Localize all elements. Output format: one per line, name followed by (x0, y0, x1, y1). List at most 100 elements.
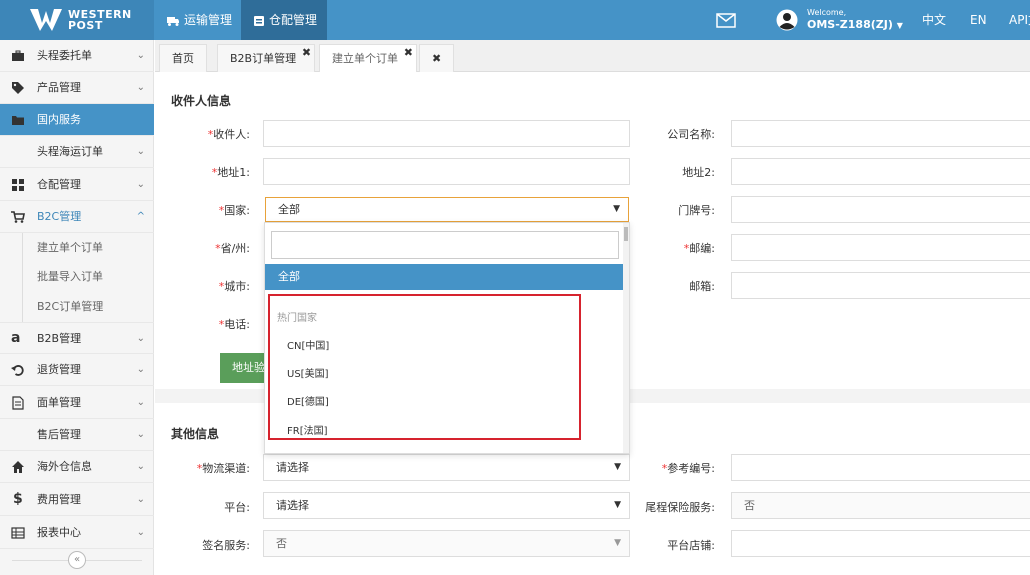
city-label: *城市: (218, 280, 250, 293)
email-input[interactable] (731, 272, 1030, 299)
sidebar-item-returns[interactable]: 退货管理 ⌄ (0, 354, 154, 386)
sidebar-sub-batch-import[interactable]: 批量导入订单 (22, 262, 154, 292)
address2-label: 地址2: (682, 166, 715, 179)
user-menu[interactable]: Welcome, OMS-Z188(ZJ) ▼ (807, 8, 903, 32)
document-icon (12, 396, 24, 410)
email-label: 邮箱: (689, 280, 715, 293)
sidebar-collapse-button[interactable]: « (68, 551, 86, 569)
sidebar-item-domestic[interactable]: 国内服务 (0, 104, 154, 136)
company-label: 公司名称: (667, 128, 715, 141)
tab-b2b-orders[interactable]: B2B订单管理 ✖ (217, 44, 316, 72)
chevron-down-icon: ⌄ (136, 527, 145, 538)
caret-down-icon: ▼ (614, 538, 621, 548)
address-verify-button[interactable]: 地址验证 (220, 353, 268, 383)
tab-home[interactable]: 首页 (159, 44, 207, 72)
lang-en[interactable]: EN (970, 0, 987, 40)
chevron-down-icon: ⌄ (136, 146, 145, 157)
sidebar-item-label: 费用管理 (37, 493, 81, 506)
shop-input[interactable] (731, 530, 1030, 557)
close-icon[interactable]: ✖ (404, 39, 413, 67)
sidebar: 头程委托单 ⌄ 产品管理 ⌄ 国内服务 头程海运订单 ⌄ 仓配管理 ⌄ B2C管理 ^ 建… (0, 40, 154, 575)
caret-down-icon: ▼ (614, 500, 621, 510)
sidebar-sub-b2c-orders[interactable]: B2C订单管理 (22, 292, 154, 322)
tab-create-order[interactable]: 建立单个订单 ✖ (319, 44, 417, 72)
platform-select[interactable]: 请选择 ▼ (263, 492, 630, 519)
channel-label: *物流渠道: (196, 462, 250, 475)
channel-select[interactable]: 请选择 ▼ (263, 454, 630, 481)
user-name: OMS-Z188(ZJ) (807, 18, 893, 31)
chevron-down-icon: ⌄ (136, 461, 145, 472)
home-icon (12, 461, 24, 473)
nav-warehouse[interactable]: 仓配管理 (241, 0, 328, 40)
chevron-down-icon: ⌄ (136, 494, 145, 505)
sidebar-item-label: 产品管理 (37, 81, 81, 94)
sidebar-item-label: 海外仓信息 (37, 460, 92, 473)
tab-b2b-orders-label: B2B订单管理 (230, 52, 297, 65)
folder-icon (12, 116, 24, 125)
nav-warehouse-label: 仓配管理 (269, 13, 318, 27)
sidebar-item-b2c[interactable]: B2C管理 ^ (0, 201, 154, 233)
country-label: *国家: (218, 204, 250, 217)
chevron-down-icon: ⌄ (136, 429, 145, 440)
briefcase-icon (12, 50, 24, 61)
sidebar-item-label: 国内服务 (37, 113, 81, 126)
table-icon (11, 527, 25, 539)
address2-input[interactable] (731, 158, 1030, 185)
sign-label: 签名服务: (202, 539, 250, 552)
brand-logo[interactable]: WESTERN POST (0, 0, 154, 40)
sidebar-item-fees[interactable]: $ 费用管理 ⌄ (0, 484, 154, 516)
address1-input[interactable] (263, 158, 630, 185)
tag-icon (12, 82, 24, 94)
house-no-label: 门牌号: (678, 204, 715, 217)
sign-select[interactable]: 否 ▼ (263, 530, 630, 557)
country-search-input[interactable] (271, 231, 619, 259)
sidebar-item-b2b[interactable]: a B2B管理 ⌄ (0, 322, 154, 354)
zip-input[interactable] (731, 234, 1030, 261)
address1-label: *地址1: (211, 166, 250, 179)
nav-transport[interactable]: 运输管理 (154, 0, 242, 40)
lang-zh[interactable]: 中文 (922, 0, 946, 40)
country-select[interactable]: 全部 ▼ (265, 197, 629, 222)
chevron-up-icon: ^ (136, 211, 145, 222)
zip-label: *邮编: (683, 242, 715, 255)
sidebar-item-warehouse[interactable]: 仓配管理 ⌄ (0, 169, 154, 201)
sidebar-item-product[interactable]: 产品管理 ⌄ (0, 72, 154, 104)
scrollbar-thumb[interactable] (624, 227, 628, 241)
platform-select-value: 请选择 (276, 499, 309, 512)
chevron-down-icon: ⌄ (136, 50, 145, 61)
caret-down-icon: ▼ (613, 204, 620, 214)
sidebar-item-headhaul-order[interactable]: 头程委托单 ⌄ (0, 40, 154, 72)
house-no-input[interactable] (731, 196, 1030, 223)
grid-icon (12, 179, 24, 191)
recipient-input[interactable] (263, 120, 630, 147)
ref-no-label: *参考编号: (661, 462, 715, 475)
close-icon[interactable]: ✖ (302, 39, 311, 67)
mail-icon[interactable] (716, 13, 736, 28)
channel-select-value: 请选择 (276, 461, 309, 474)
ref-no-input[interactable] (731, 454, 1030, 481)
shop-label: 平台店铺: (667, 539, 715, 552)
undo-icon (11, 365, 24, 376)
brand-logo-mark-icon (30, 9, 62, 31)
sidebar-item-overseas[interactable]: 海外仓信息 ⌄ (0, 451, 154, 483)
welcome-text: Welcome, (807, 8, 847, 17)
api-doc-link[interactable]: API文 (1009, 0, 1030, 40)
tab-close-all[interactable]: ✖ (419, 44, 455, 72)
sidebar-item-aftersale[interactable]: 售后管理 ⌄ (0, 419, 154, 451)
sidebar-sub-create-order[interactable]: 建立单个订单 (22, 233, 154, 263)
company-input[interactable] (731, 120, 1030, 147)
sign-select-value: 否 (276, 537, 287, 550)
sidebar-item-label: 头程委托单 (37, 49, 92, 62)
other-info-section-title: 其他信息 (171, 427, 220, 441)
sidebar-item-labels[interactable]: 面单管理 ⌄ (0, 387, 154, 419)
warehouse-icon (254, 15, 264, 26)
country-option-selected[interactable]: 全部 (265, 264, 626, 290)
cart-icon (11, 211, 25, 223)
sidebar-item-sea-order[interactable]: 头程海运订单 ⌄ (0, 136, 154, 168)
sidebar-item-reports[interactable]: 报表中心 ⌄ (0, 517, 154, 549)
insurance-value: 否 (731, 492, 1030, 519)
dropdown-scrollbar[interactable] (623, 223, 629, 453)
chevron-down-icon: ⌄ (136, 179, 145, 190)
avatar-icon[interactable] (776, 9, 798, 31)
caret-down-icon: ▼ (614, 462, 621, 472)
